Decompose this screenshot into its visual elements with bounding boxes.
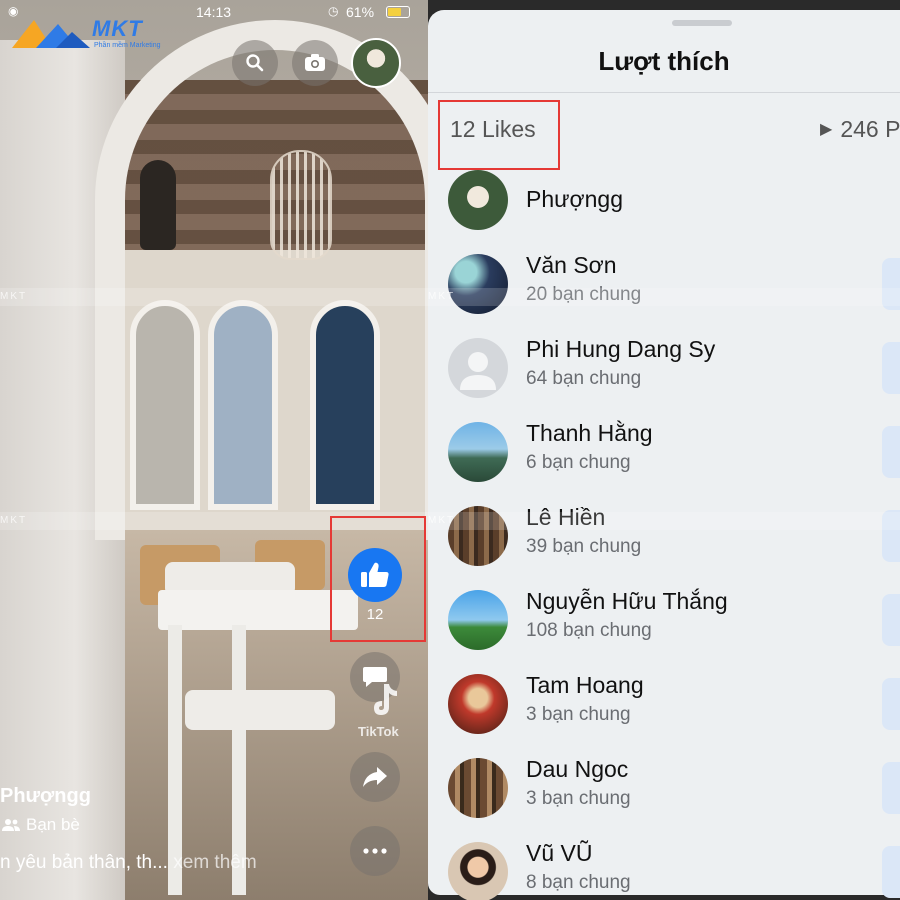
list-item[interactable]: Nguyễn Hữu Thắng 108 bạn chung — [428, 588, 900, 674]
reel-author-name[interactable]: Phượngg — [0, 785, 91, 808]
camera-icon — [305, 54, 325, 71]
person-name[interactable]: Tam Hoang — [526, 672, 644, 699]
mutual-friends: 39 bạn chung — [526, 536, 642, 557]
avatar[interactable] — [448, 674, 508, 734]
share-arrow-icon — [363, 767, 387, 787]
alarm-icon: ◷ — [328, 4, 339, 18]
default-avatar-icon — [460, 352, 496, 390]
avatar[interactable] — [448, 590, 508, 650]
add-friend-button[interactable] — [882, 846, 900, 898]
plays-count-text: 246 P — [840, 116, 900, 142]
reel-video-panel[interactable]: ◉ 14:13 ◷ 61% MKT Phần mềm Marketing MKT… — [0, 0, 428, 900]
person-name[interactable]: Nguyễn Hữu Thắng — [526, 588, 728, 615]
see-more-link[interactable]: xem thêm — [173, 852, 256, 873]
tiktok-label: TikTok — [358, 724, 399, 739]
person-name[interactable]: Văn Sơn — [526, 252, 617, 279]
watermark-band: MKT — [428, 512, 900, 530]
video-chair-white — [185, 690, 335, 730]
reel-caption: n yêu bản thân, th... xem thêm — [0, 852, 257, 874]
more-button[interactable] — [350, 826, 400, 876]
list-item[interactable]: Thanh Hằng 6 bạn chung — [428, 420, 900, 506]
watermark-text: MKT — [0, 291, 28, 302]
watermark-text: MKT — [0, 515, 28, 526]
add-friend-button[interactable] — [882, 594, 900, 646]
mkt-logo: MKT Phần mềm Marketing — [12, 14, 172, 54]
logo-tagline: Phần mềm Marketing — [94, 42, 161, 49]
mutual-friends: 3 bạn chung — [526, 704, 631, 725]
person-name[interactable]: Phi Hung Dang Sy — [526, 336, 715, 363]
list-item[interactable]: Vũ VŨ 8 bạn chung — [428, 840, 900, 900]
mutual-friends: 8 bạn chung — [526, 872, 631, 893]
list-item[interactable]: Phi Hung Dang Sy 64 bạn chung — [428, 336, 900, 422]
sheet-drag-handle[interactable] — [672, 20, 732, 26]
video-table — [158, 590, 358, 630]
add-friend-button[interactable] — [882, 678, 900, 730]
mutual-friends: 108 bạn chung — [526, 620, 652, 641]
add-friend-button[interactable] — [882, 342, 900, 394]
sheet-title: Lượt thích — [598, 46, 730, 76]
avatar[interactable] — [448, 338, 508, 398]
mkt-logo-mountain-icon — [12, 20, 90, 48]
avatar[interactable] — [448, 422, 508, 482]
likes-count: 12 Likes — [450, 116, 536, 142]
logo-brand: MKT — [92, 16, 143, 41]
list-item[interactable]: Phượngg — [428, 170, 900, 254]
avatar[interactable] — [448, 170, 508, 230]
like-button[interactable] — [348, 548, 402, 602]
battery-percent: 61% — [346, 4, 375, 20]
watermark-band: MKT — [0, 288, 428, 306]
battery-icon — [386, 6, 410, 18]
list-item[interactable]: Dau Ngoc 3 bạn chung — [428, 756, 900, 842]
share-button[interactable] — [350, 752, 400, 802]
likes-sheet: Lượt thích 12 Likes ▶ 246 P Phượngg Văn S… — [428, 10, 900, 900]
profile-avatar[interactable] — [351, 38, 401, 88]
mutual-friends: 64 bạn chung — [526, 368, 642, 389]
plays-count: ▶ 246 P — [820, 116, 900, 143]
audience-label: Bạn bè — [2, 815, 80, 835]
add-friend-button[interactable] — [882, 762, 900, 814]
tiktok-icon — [374, 684, 397, 715]
mutual-friends: 3 bạn chung — [526, 788, 631, 809]
screenshot-root: ◉ 14:13 ◷ 61% MKT Phần mềm Marketing MKT… — [0, 0, 900, 900]
list-item[interactable]: Tam Hoang 3 bạn chung — [428, 672, 900, 758]
audience-text: Bạn bè — [26, 815, 80, 834]
sheet-divider — [428, 92, 900, 93]
person-name[interactable]: Phượngg — [526, 186, 623, 213]
camera-button[interactable] — [292, 40, 338, 86]
caption-text: n yêu bản thân, th... — [0, 852, 168, 873]
person-name[interactable]: Vũ VŨ — [526, 840, 592, 867]
like-count: 12 — [366, 606, 384, 623]
play-icon: ▶ — [820, 121, 833, 138]
add-friend-button[interactable] — [882, 426, 900, 478]
person-name[interactable]: Thanh Hằng — [526, 420, 653, 447]
avatar[interactable] — [448, 758, 508, 818]
watermark-band: MKT — [428, 288, 900, 306]
friends-icon — [2, 819, 20, 831]
person-name[interactable]: Dau Ngoc — [526, 756, 628, 783]
thumbs-up-icon — [361, 562, 389, 587]
watermark-text: MKT — [428, 515, 456, 526]
avatar[interactable] — [448, 842, 508, 900]
video-arch — [95, 20, 428, 540]
mutual-friends: 6 bạn chung — [526, 452, 631, 473]
search-icon — [246, 54, 264, 72]
status-time: 14:13 — [196, 4, 232, 20]
likes-panel: Lượt thích 12 Likes ▶ 246 P Phượngg Văn S… — [428, 0, 900, 900]
more-dots-icon — [363, 848, 387, 854]
watermark-text: MKT — [428, 291, 456, 302]
search-button[interactable] — [232, 40, 278, 86]
